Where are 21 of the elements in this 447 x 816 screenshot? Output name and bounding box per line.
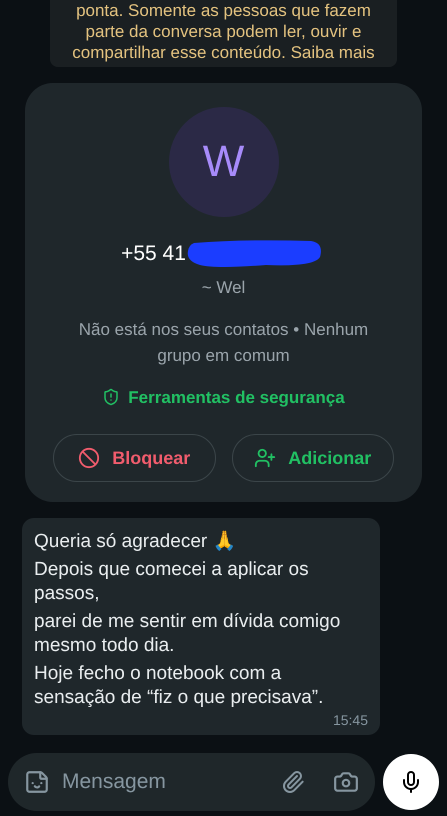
block-button[interactable]: Bloquear	[53, 434, 216, 482]
message-text: Hoje fecho o notebook com a sensação de “fiz o que precisava”.	[34, 662, 324, 710]
message-text: Queria só agradecer 🙏	[34, 530, 238, 554]
phone-number: +55 41	[121, 241, 186, 268]
add-button[interactable]: Adicionar	[232, 434, 394, 482]
message-text: parei de me sentir em dívida comigo mesmo todo dia.	[34, 610, 342, 658]
push-name: ~ Wel	[202, 277, 246, 299]
contact-info: Não está nos seus contatos • Nenhum grupo em comum	[78, 318, 370, 366]
shield-icon	[102, 388, 120, 406]
attach-icon[interactable]	[281, 770, 305, 794]
security-tools-link[interactable]: Ferramentas de segurança	[102, 384, 345, 410]
message-time: 15:45	[332, 711, 368, 730]
message-field[interactable]: Mensagem	[62, 766, 269, 798]
notice-text: compartilhar esse conteúdo. Saiba mais	[72, 42, 375, 63]
notice-text: ponta. Somente as pessoas que fazem	[76, 0, 371, 21]
message-bar[interactable]: Mensagem	[8, 753, 375, 811]
notice-text: parte da conversa podem ler, ouvir e	[86, 21, 362, 42]
sticker-icon[interactable]	[24, 769, 50, 795]
avatar: W	[168, 107, 278, 217]
add-person-icon	[254, 447, 276, 469]
block-icon	[78, 447, 100, 469]
